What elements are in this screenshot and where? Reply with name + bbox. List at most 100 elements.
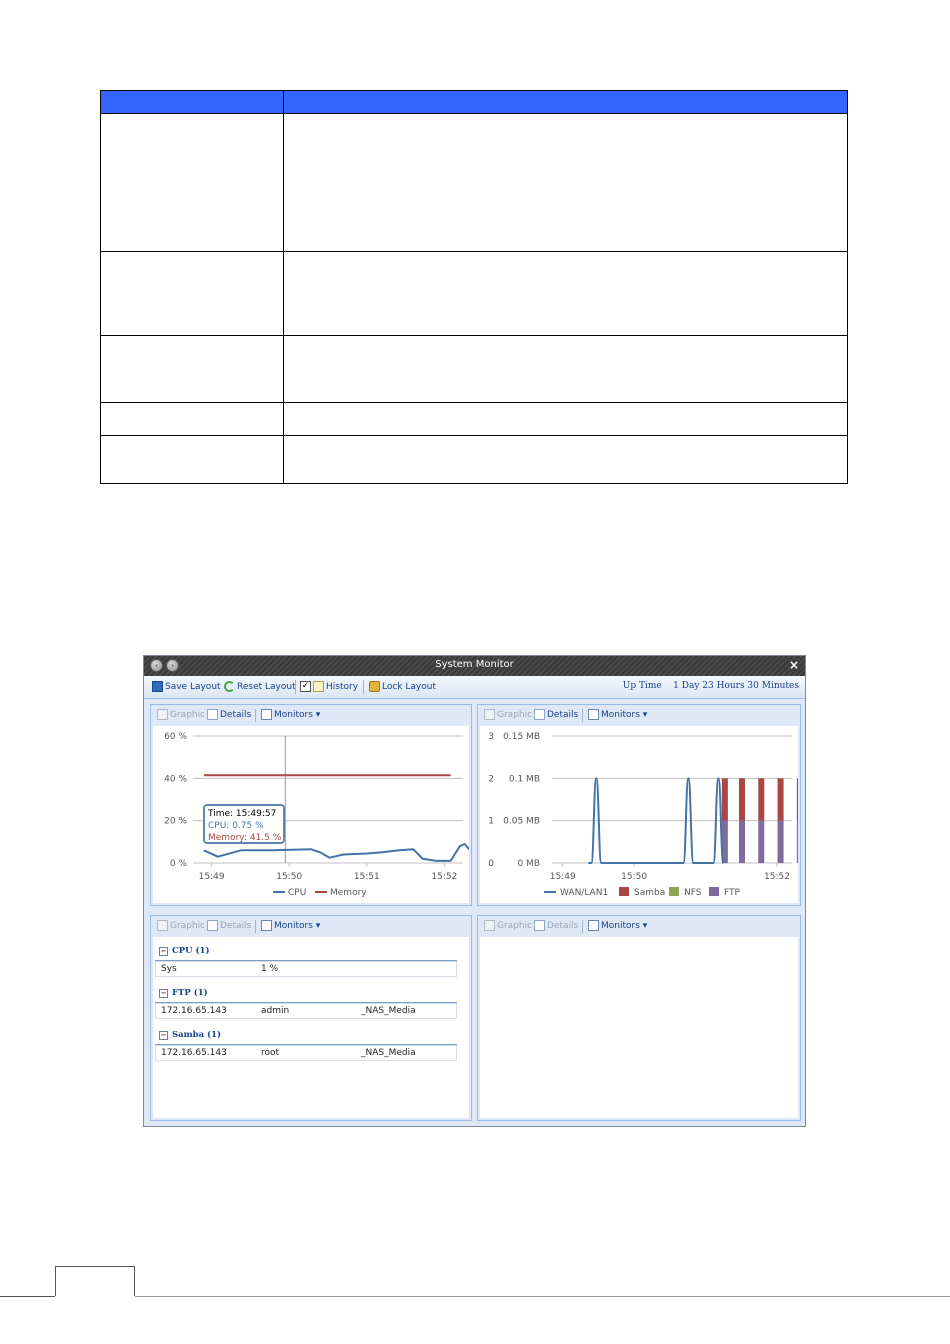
legend-label: WAN/LAN1 (560, 888, 608, 898)
y-tick-label-secondary: 0.1 MB (509, 774, 540, 784)
window-titlebar[interactable]: ‹ › System Monitor × (144, 656, 805, 676)
collapse-icon[interactable]: − (159, 946, 168, 956)
bar-samba (739, 778, 745, 821)
monitor-icon (588, 920, 599, 931)
details-button[interactable]: Details (207, 709, 251, 720)
legend-swatch (669, 887, 679, 896)
cpu-memory-panel: Graphic Details Monitors ▾ 60 % 40 % 20 % 0… (150, 704, 480, 906)
lock-icon (369, 681, 380, 692)
uptime-value: 1 Day 23 Hours 30 Minutes (673, 681, 799, 691)
x-tick-label: 15:50 (621, 872, 647, 882)
table-row (100, 402, 848, 436)
y-tick-label: 0 (488, 859, 494, 869)
refresh-icon (224, 681, 235, 692)
series-line-cpu (203, 843, 480, 862)
network-panel: Graphic Details Monitors ▾ 3 0.15 MB 2 0.1 … (477, 704, 874, 906)
document-table (100, 90, 848, 484)
table-row (100, 251, 848, 336)
reset-layout-button[interactable]: Reset Layout (224, 681, 296, 692)
group-header-samba[interactable]: − Samba (1) (159, 1030, 221, 1040)
monitors-dropdown[interactable]: Monitors ▾ (588, 920, 647, 931)
graphic-button[interactable]: Graphic (484, 920, 532, 931)
toolbar-separator (363, 680, 364, 694)
details-button[interactable]: Details (207, 920, 251, 931)
uptime-display: Up Time 1 Day 23 Hours 30 Minutes (623, 681, 799, 691)
panel-toolbar: Graphic Details Monitors ▾ (478, 705, 800, 725)
page-number-box (55, 1266, 135, 1296)
lock-layout-button[interactable]: Lock Layout (369, 681, 436, 692)
y-tick-label: 0 % (170, 859, 188, 869)
table-row (100, 113, 848, 252)
chart-icon (157, 709, 168, 720)
x-tick-label: 15:50 (276, 872, 302, 882)
tooltip-cpu: CPU: 0.75 % (208, 821, 264, 831)
uptime-label: Up Time (622, 681, 662, 691)
chart-icon (484, 709, 495, 720)
footer-rule (135, 1296, 950, 1297)
y-tick-label: 60 % (164, 732, 187, 742)
details-button[interactable]: Details (534, 709, 578, 720)
history-toggle[interactable]: ✓ History (300, 681, 358, 692)
chart-area: 60 % 40 % 20 % 0 % 15:49 15:50 15:51 15:52 CPU Me… (153, 726, 480, 903)
bar-ftp (758, 820, 765, 863)
details-panel: Graphic Details Monitors ▾ − CPU (1) Sys… (150, 915, 472, 1121)
monitors-dropdown[interactable]: Monitors ▾ (261, 709, 320, 720)
monitor-icon (588, 709, 599, 720)
toolbar-separator (582, 920, 583, 933)
table-header-row (100, 90, 848, 114)
y-tick-label: 2 (488, 774, 494, 784)
legend-swatch (709, 887, 719, 896)
y-tick-label-secondary: 0.05 MB (503, 817, 540, 827)
history-checkbox[interactable]: ✓ (300, 681, 311, 692)
table-row[interactable]: 172.16.65.143 admin _NAS_Media (155, 1003, 457, 1019)
close-icon[interactable]: × (789, 658, 799, 672)
table-row[interactable]: 172.16.65.143 root _NAS_Media (155, 1045, 457, 1061)
chart-icon (157, 920, 168, 931)
details-button[interactable]: Details (534, 920, 578, 931)
x-tick-label: 15:52 (431, 872, 457, 882)
y-tick-label-secondary: 0 MB (517, 859, 540, 869)
monitors-dropdown[interactable]: Monitors ▾ (261, 920, 320, 931)
bar-samba (796, 778, 803, 821)
save-layout-button[interactable]: Save Layout (152, 681, 221, 692)
x-tick-label: 15:49 (550, 872, 576, 882)
graphic-button[interactable]: Graphic (484, 709, 532, 720)
toolbar-separator (255, 920, 256, 933)
monitors-dropdown[interactable]: Monitors ▾ (588, 709, 647, 720)
toolbar-separator (295, 680, 296, 694)
tooltip-memory: Memory: 41.5 % (208, 833, 282, 843)
empty-panel-body (480, 937, 798, 1118)
y-tick-label-secondary: 0.15 MB (503, 732, 540, 742)
panel-toolbar: Graphic Details Monitors ▾ (151, 916, 471, 936)
group-header-ftp[interactable]: − FTP (1) (159, 988, 208, 998)
chart-icon (484, 920, 495, 931)
legend-label: CPU (288, 888, 306, 898)
main-toolbar: Save Layout Reset Layout ✓ History Lock … (144, 676, 805, 699)
toolbar-separator (582, 709, 583, 722)
table-icon (207, 709, 218, 720)
table-row (100, 435, 848, 484)
bar-samba (721, 778, 728, 821)
graphic-button[interactable]: Graphic (157, 709, 205, 720)
monitor-icon (261, 920, 272, 931)
x-tick-label: 15:52 (764, 872, 790, 882)
table-row[interactable]: Sys 1 % (155, 961, 457, 977)
collapse-icon[interactable]: − (159, 1030, 168, 1040)
legend-label: NFS (684, 888, 702, 898)
network-chart: 3 0.15 MB 2 0.1 MB 1 0.05 MB 0 0 MB 15:49 15:50 15… (488, 732, 874, 898)
bar-ftp (739, 820, 745, 863)
group-header-cpu[interactable]: − CPU (1) (159, 946, 210, 956)
graphic-button[interactable]: Graphic (157, 920, 205, 931)
system-monitor-window: ‹ › System Monitor × Save Layout Reset L… (143, 655, 874, 1127)
legend-label: Memory (330, 888, 367, 898)
lock-layout-label: Lock Layout (382, 681, 436, 692)
chart-tooltip: Time: 15:49:57 CPU: 0.75 % Memory: 41.5 … (203, 804, 285, 844)
collapse-icon[interactable]: − (159, 988, 168, 998)
chart-area: 3 0.15 MB 2 0.1 MB 1 0.05 MB 0 0 MB 15:49 15:50 15… (480, 726, 874, 903)
history-label: History (326, 681, 359, 692)
table-icon (534, 709, 545, 720)
x-tick-label: 15:51 (354, 872, 380, 882)
bar-ftp (796, 820, 803, 863)
bar-samba (758, 778, 765, 821)
bar-samba (777, 778, 784, 821)
